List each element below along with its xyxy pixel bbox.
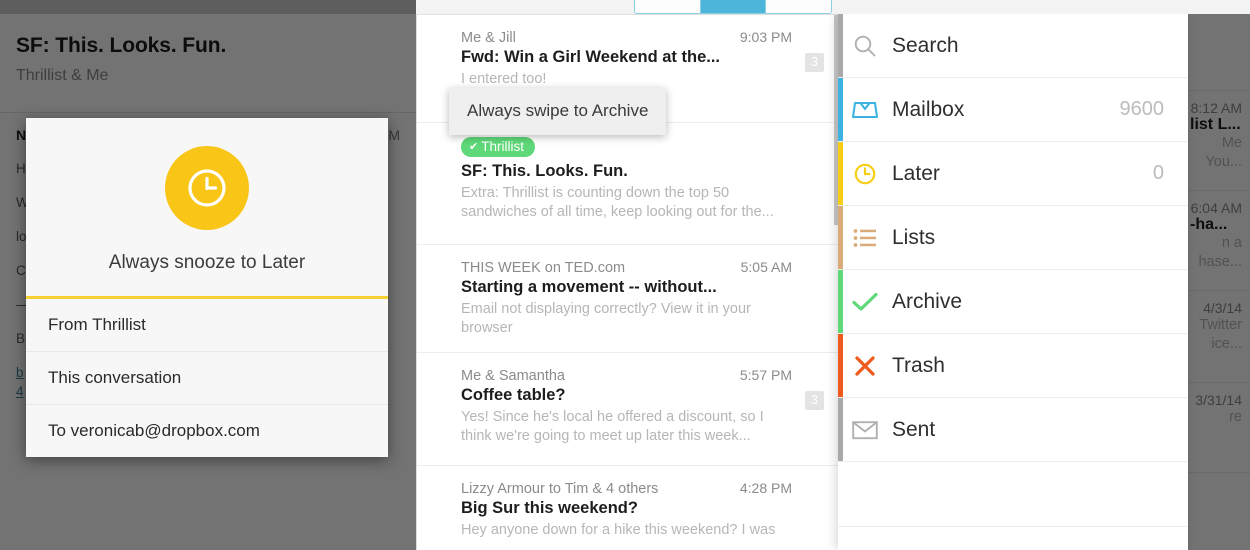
mail-preview: Yes! Since he's local he offered a disco… xyxy=(461,409,764,444)
segment-2[interactable] xyxy=(766,0,831,13)
check-icon xyxy=(838,289,892,315)
top-toolbar xyxy=(0,0,1250,14)
nav-color-strip xyxy=(838,270,843,333)
snooze-option-from-thrillist[interactable]: From Thrillist xyxy=(26,299,388,352)
check-icon: ✔ xyxy=(469,141,479,153)
view-segmented-control[interactable] xyxy=(634,0,832,14)
mail-preview: I entered too! xyxy=(461,71,547,87)
nav-color-strip xyxy=(838,206,843,269)
snooze-dialog-title: Always snooze to Later xyxy=(108,252,306,273)
nav-color-strip xyxy=(838,334,843,397)
envelope-icon xyxy=(838,418,892,442)
nav-item-search[interactable]: Search xyxy=(838,14,1188,78)
mail-time: 4:28 PM xyxy=(739,480,792,496)
nav-count: 0 xyxy=(1152,162,1164,184)
segment-0[interactable] xyxy=(635,0,701,13)
mail-item-top: Me & Samantha 5:57 PM xyxy=(461,367,792,384)
nav-item-trash[interactable]: Trash xyxy=(838,334,1188,398)
list-icon xyxy=(838,226,892,250)
mail-sender: THIS WEEK on TED.com xyxy=(461,260,626,276)
mail-sender: Me & Samantha xyxy=(461,368,565,384)
x-icon xyxy=(838,353,892,379)
nav-item-later[interactable]: Later 0 xyxy=(838,142,1188,206)
mail-time: 5:57 PM xyxy=(739,367,792,383)
mail-subject: Starting a movement -- without... xyxy=(461,278,717,296)
mail-preview: Extra: Thrillist is counting down the to… xyxy=(461,185,774,220)
nav-item-mailbox[interactable]: Mailbox 9600 xyxy=(838,78,1188,142)
snooze-option-to-address[interactable]: To veronicab@dropbox.com xyxy=(26,405,388,457)
mail-subject: Big Sur this weekend? xyxy=(461,499,638,517)
mail-thread-count: 3 xyxy=(805,391,824,410)
nav-label: Archive xyxy=(892,289,963,313)
nav-label: Lists xyxy=(892,225,936,249)
app-screen: SF: This. Looks. Fun. Thrillist & Me N M… xyxy=(0,0,1250,550)
mail-item-top: THIS WEEK on TED.com 5:05 AM xyxy=(461,259,792,276)
mail-time: 9:03 PM xyxy=(739,29,792,45)
nav-color-strip xyxy=(838,398,843,461)
mail-list-item[interactable]: Lizzy Armour to Tim & 4 others 4:28 PM B… xyxy=(417,466,838,550)
mail-tag-badge[interactable]: ✔ Thrillist xyxy=(461,137,535,157)
mail-list-item[interactable]: ✔ Thrillist SF: This. Looks. Fun. Extra: … xyxy=(417,123,838,245)
nav-color-strip xyxy=(838,14,843,77)
nav-label: Later xyxy=(892,161,940,185)
nav-count: 9600 xyxy=(1119,98,1165,120)
mail-sender: Me & Jill xyxy=(461,30,516,46)
nav-color-strip xyxy=(838,78,843,141)
nav-empty-row xyxy=(838,527,1188,550)
mail-sender: Lizzy Armour to Tim & 4 others xyxy=(461,481,659,497)
snooze-dialog-header: Always snooze to Later xyxy=(26,118,388,296)
swipe-tooltip: Always swipe to Archive xyxy=(449,88,667,135)
mail-thread-count: 3 xyxy=(805,53,824,72)
mail-preview: Hey anyone down for a hike this weekend?… xyxy=(461,522,776,538)
clock-icon xyxy=(165,146,249,230)
nav-empty-row xyxy=(838,462,1188,527)
mail-list-item[interactable]: THIS WEEK on TED.com 5:05 AM Starting a … xyxy=(417,245,838,353)
nav-color-strip xyxy=(838,142,843,205)
mail-list-item[interactable]: Me & Samantha 5:57 PM Coffee table? Yes!… xyxy=(417,353,838,466)
nav-label: Mailbox xyxy=(892,97,965,121)
snooze-option-this-conversation[interactable]: This conversation xyxy=(26,352,388,405)
nav-item-sent[interactable]: Sent xyxy=(838,398,1188,462)
segment-1[interactable] xyxy=(700,0,767,13)
navigation-drawer: Search Mailbox 9600 Later 0 Lists Archiv… xyxy=(838,14,1188,550)
mail-time: 5:05 AM xyxy=(740,259,792,275)
snooze-dialog: Always snooze to Later From Thrillist Th… xyxy=(26,118,388,457)
nav-item-lists[interactable]: Lists xyxy=(838,206,1188,270)
mail-item-top: Me & Jill 9:03 PM xyxy=(461,29,792,46)
mail-subject: SF: This. Looks. Fun. xyxy=(461,162,628,180)
search-icon xyxy=(838,33,892,59)
nav-item-archive[interactable]: Archive xyxy=(838,270,1188,334)
mail-tag-label: Thrillist xyxy=(481,139,524,154)
mail-preview: Email not displaying correctly? View it … xyxy=(461,301,751,336)
inbox-icon xyxy=(838,97,892,123)
nav-label: Trash xyxy=(892,353,945,377)
mail-list-panel[interactable]: Me & Jill 9:03 PM Fwd: Win a Girl Weeken… xyxy=(416,14,838,550)
mail-subject: Coffee table? xyxy=(461,386,566,404)
nav-label: Search xyxy=(892,33,959,57)
top-toolbar-left-strip xyxy=(0,0,416,14)
mail-item-top: Lizzy Armour to Tim & 4 others 4:28 PM xyxy=(461,480,792,497)
secondary-panel-dim-overlay xyxy=(1188,14,1250,550)
mail-subject: Fwd: Win a Girl Weekend at the... xyxy=(461,48,720,66)
clock-icon xyxy=(838,161,892,187)
nav-label: Sent xyxy=(892,417,936,441)
